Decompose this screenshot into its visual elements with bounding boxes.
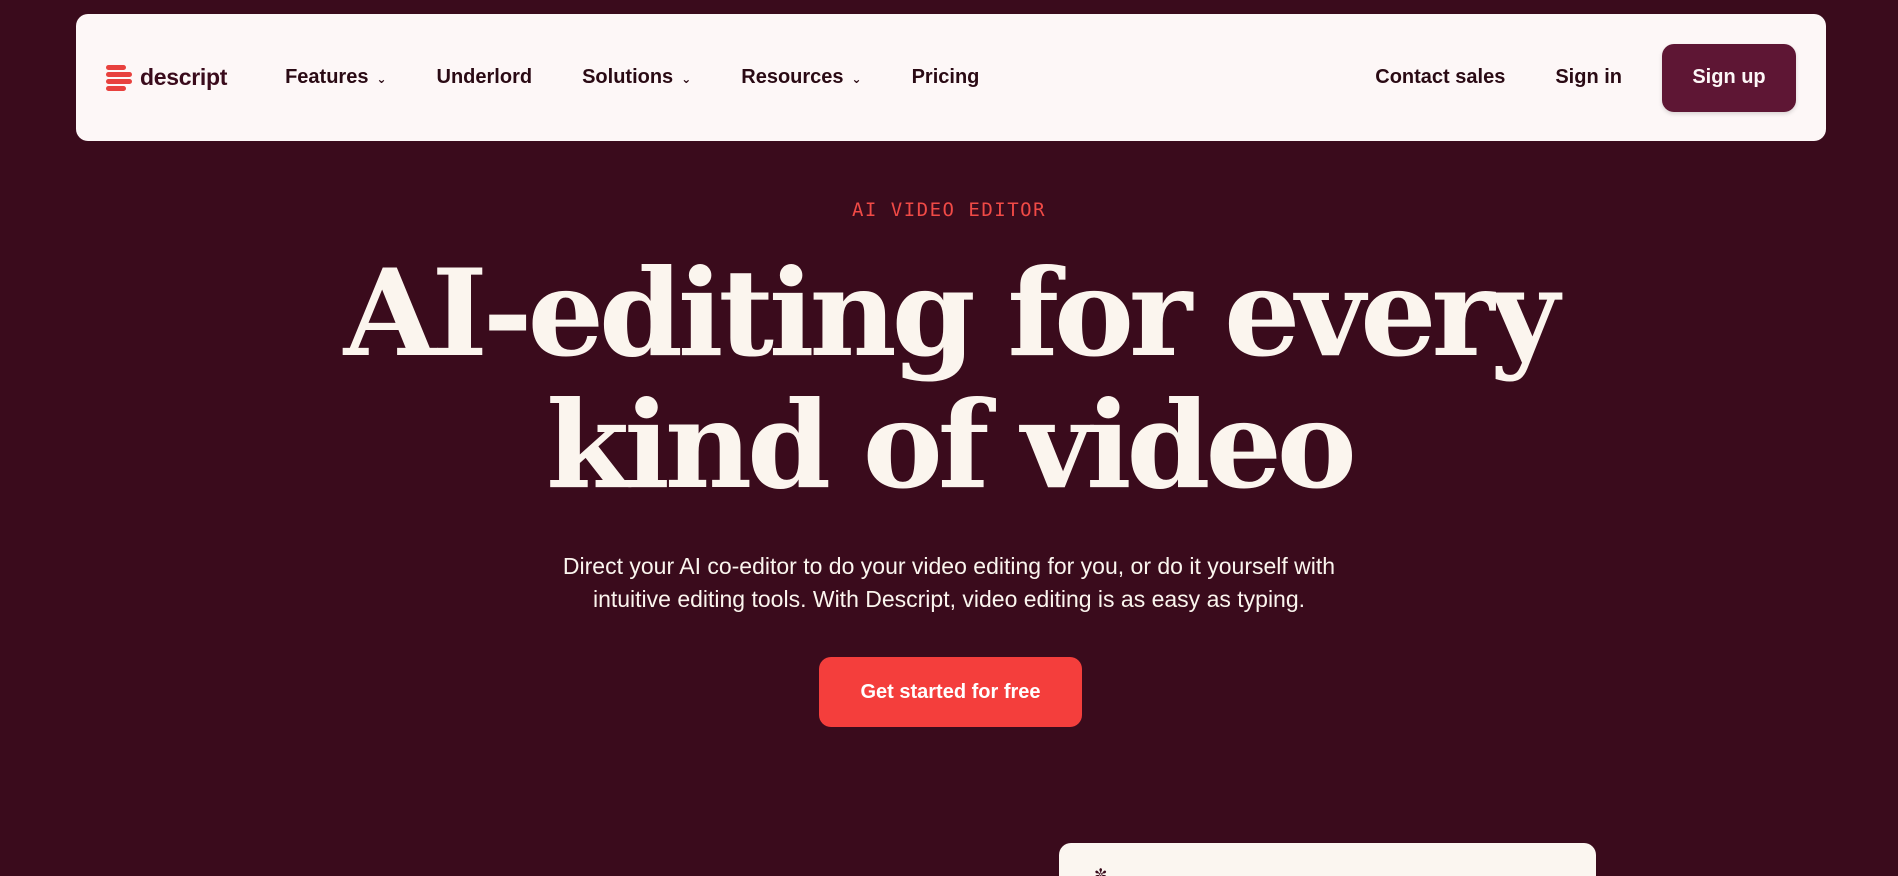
logo-wordmark: descript: [140, 64, 228, 90]
nav-item-features[interactable]: Features ⌄: [285, 66, 386, 89]
top-nav: descript Features ⌄ Underlord Solutions …: [76, 14, 1826, 141]
chevron-down-icon: ⌄: [851, 71, 862, 86]
nav-item-resources[interactable]: Resources ⌄: [741, 66, 861, 89]
subtitle-line-2: intuitive editing tools. With Descript, …: [592, 586, 1306, 612]
chevron-down-icon: ⌄: [376, 71, 387, 86]
get-started-button[interactable]: Get started for free: [819, 657, 1082, 727]
nav-item-underlord[interactable]: Underlord: [437, 66, 533, 89]
headline-line-2: kind of video: [546, 375, 1357, 516]
descript-logo[interactable]: descript: [106, 63, 227, 93]
descript-logo-icon: [106, 63, 134, 93]
hero-subtitle: Direct your AI co-editor to do your vide…: [0, 550, 1898, 616]
subtitle-line-1: Direct your AI co-editor to do your vide…: [562, 553, 1336, 579]
sparkle-icon: ✼: [1094, 867, 1108, 876]
contact-sales-link[interactable]: Contact sales: [1375, 66, 1505, 89]
nav-links: Features ⌄ Underlord Solutions ⌄ Resourc…: [285, 66, 979, 89]
nav-item-label: Solutions: [582, 66, 674, 88]
nav-item-pricing[interactable]: Pricing: [912, 66, 980, 89]
product-preview-card: ✼: [1059, 843, 1596, 876]
nav-item-label: Features: [285, 66, 369, 88]
nav-item-label: Pricing: [911, 66, 980, 88]
hero-headline: AI-editing for every kind of video: [0, 248, 1898, 512]
nav-item-solutions[interactable]: Solutions ⌄: [582, 66, 691, 89]
chevron-down-icon: ⌄: [681, 71, 692, 86]
sign-in-link[interactable]: Sign in: [1555, 66, 1622, 89]
nav-item-label: Resources: [741, 66, 844, 88]
headline-line-1: AI-editing for every: [343, 243, 1560, 384]
nav-actions: Contact sales Sign in Sign up: [1375, 43, 1796, 112]
sign-up-button[interactable]: Sign up: [1662, 43, 1796, 112]
nav-item-label: Underlord: [436, 66, 533, 88]
hero-eyebrow: AI VIDEO EDITOR: [851, 199, 1047, 221]
